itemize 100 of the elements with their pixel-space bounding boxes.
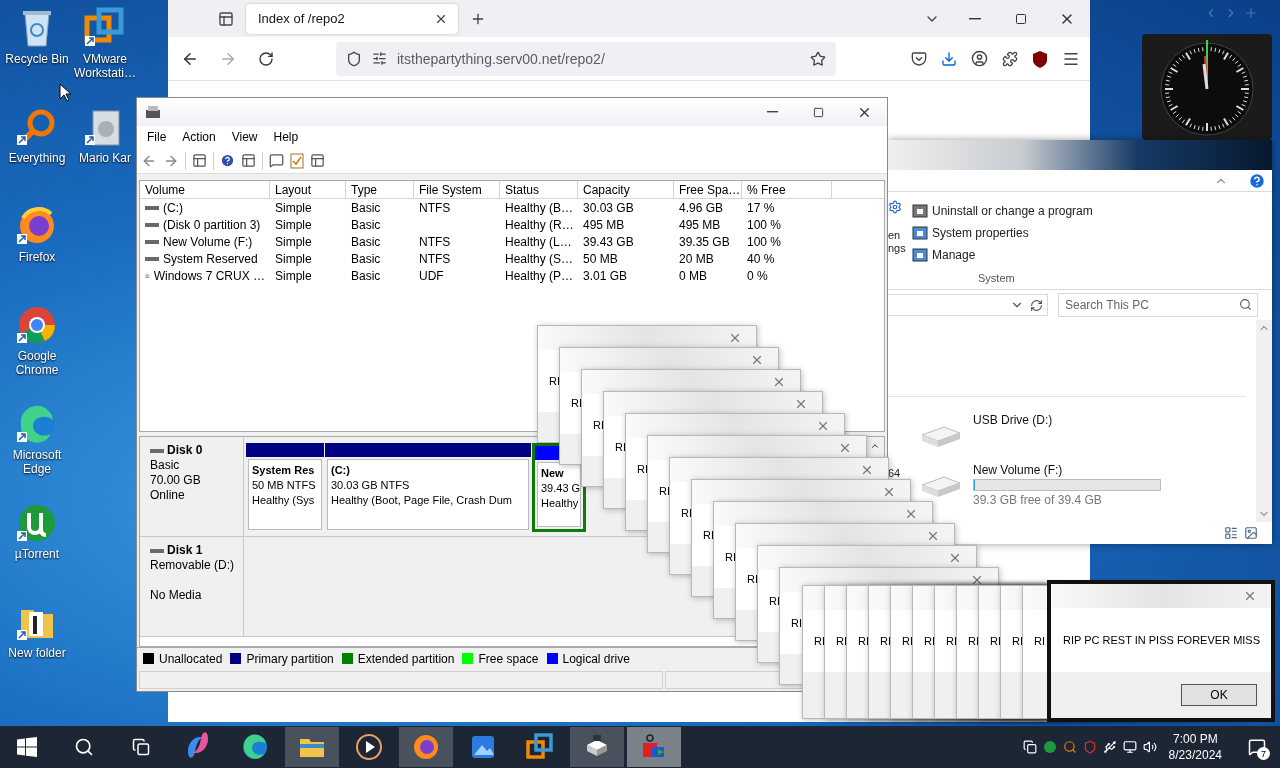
column-header[interactable]: % Free [742,181,832,199]
table-cell: Simple [275,217,312,232]
pocket-icon[interactable] [911,50,927,67]
clock-button[interactable]: 7:00 PM 8/23/2024 [1168,731,1222,763]
desktop-shortcut[interactable]: Recycle Bin [0,6,74,96]
column-header[interactable]: File System [414,181,500,199]
tray-icon[interactable] [1022,740,1037,754]
table-cell: Simple [275,234,312,249]
ribbon-command[interactable]: System properties [912,222,1029,244]
table-cell: 17 % [747,200,775,215]
table-cell: Simple [275,200,312,215]
taskbar-app-button[interactable] [570,727,624,767]
column-header[interactable]: Type [346,181,414,199]
panel-icon[interactable] [310,153,325,168]
program-icon [912,225,928,241]
message-text: RI [659,485,670,497]
message-text: RI [1012,635,1023,647]
disk-status: No Media [150,588,202,603]
column-header[interactable]: Status [500,181,578,199]
table-cell: 495 MB [679,217,721,232]
checklist-icon[interactable] [290,152,304,169]
desktop-shortcut[interactable]: New folder [0,600,74,690]
panel-icon[interactable] [192,153,207,168]
help-icon[interactable] [220,153,235,168]
volume-icon[interactable] [1142,740,1157,754]
address-bar[interactable]: itsthepartything.serv00.net/repo2/ [336,41,836,76]
program-icon [912,203,928,219]
shield-extension-icon[interactable] [1032,49,1048,68]
ok-button[interactable]: OK [1181,684,1257,706]
table-cell: 40 % [747,251,775,266]
account-icon[interactable] [971,50,988,67]
message-text: RI [747,573,758,585]
desktop-shortcut[interactable]: Everything [0,105,74,195]
desktop-shortcut[interactable]: Google Chrome [0,303,74,393]
ribbon-label: en [888,229,901,242]
close-icon[interactable] [970,573,984,587]
download-icon[interactable] [941,50,957,67]
desktop-shortcut[interactable]: Mario Kar [74,105,136,195]
message-text: RI [1034,635,1045,647]
ribbon-label: ngs [888,242,906,255]
column-header[interactable]: Capacity [578,181,674,199]
tab-list-icon[interactable] [218,10,234,27]
table-cell: 20 MB [679,251,714,266]
table-cell: (C:) [163,200,183,215]
menu-item[interactable]: Action [174,130,224,144]
table-cell: 50 MB [583,251,618,266]
details-view-icon[interactable] [1224,526,1238,540]
table-cell: 4.96 GB [679,200,724,215]
gear-icon [888,200,902,214]
connect-icon[interactable] [269,153,284,168]
column-header[interactable]: Layout [270,181,346,199]
message-text: RI [858,635,869,647]
ribbon-command[interactable]: Uninstall or change a program [912,200,1093,222]
drive-name[interactable]: USB Drive (D:) [973,413,1053,427]
address-field[interactable] [888,294,1048,316]
scroll-up-icon [870,441,880,451]
desktop-shortcut[interactable]: VMware Workstati… [74,6,136,96]
scrollbar[interactable] [1256,320,1272,522]
bookmark-star-icon[interactable] [810,50,826,67]
notification-button[interactable]: 7 [1242,730,1272,764]
network-icon[interactable] [1122,740,1137,754]
usb-icon[interactable] [1102,740,1117,754]
partition-status: Healthy (Boot, Page File, Crash Dum [331,493,512,508]
menu-item[interactable]: View [223,130,266,144]
column-header[interactable]: Volume [140,181,270,199]
help-icon[interactable] [1248,171,1266,190]
drive-icon [145,238,159,245]
message-text: RI [681,507,692,519]
message-text: RI [924,635,935,647]
extensions-icon[interactable] [1002,50,1018,67]
table-cell: Basic [351,251,381,266]
site-settings-icon [372,51,387,66]
disk-name[interactable]: Disk 1 [150,543,203,558]
disk-name[interactable]: Disk 0 [150,443,203,458]
table-cell: New Volume (F:) [163,234,253,249]
column-header[interactable]: Free Spa… [674,181,742,199]
message-text: RI [814,635,825,647]
search-field[interactable]: Search This PC [1058,293,1258,317]
table-cell: Basic [351,234,381,249]
large-icons-view-icon[interactable] [1244,526,1258,540]
ribbon-command[interactable]: Manage [912,244,976,266]
mouse-pointer-icon [59,83,71,101]
legend-label: Primary partition [246,651,334,666]
panel-icon[interactable] [241,153,256,168]
browser-tab[interactable]: Index of /repo2 [246,3,458,34]
shield-icon [346,50,362,67]
menu-item[interactable]: File [139,130,175,144]
drive-icon [150,447,164,454]
desktop-shortcut[interactable]: Firefox [0,204,74,294]
desktop-shortcut[interactable]: Microsoft Edge [0,402,74,492]
message-text: RI [703,529,714,541]
windows-logo-icon [17,737,37,757]
drive-name[interactable]: New Volume (F:) [973,463,1063,477]
partition-size: 50 MB NTFS [252,478,316,493]
desktop-shortcut[interactable]: µTorrent [0,501,74,591]
table-cell: Healthy (P… [505,268,574,283]
disk-type: Basic [150,458,180,473]
menu-item[interactable]: Help [265,130,307,144]
table-cell: Healthy (B… [505,200,574,215]
disk-size: 70.00 GB [150,473,201,488]
